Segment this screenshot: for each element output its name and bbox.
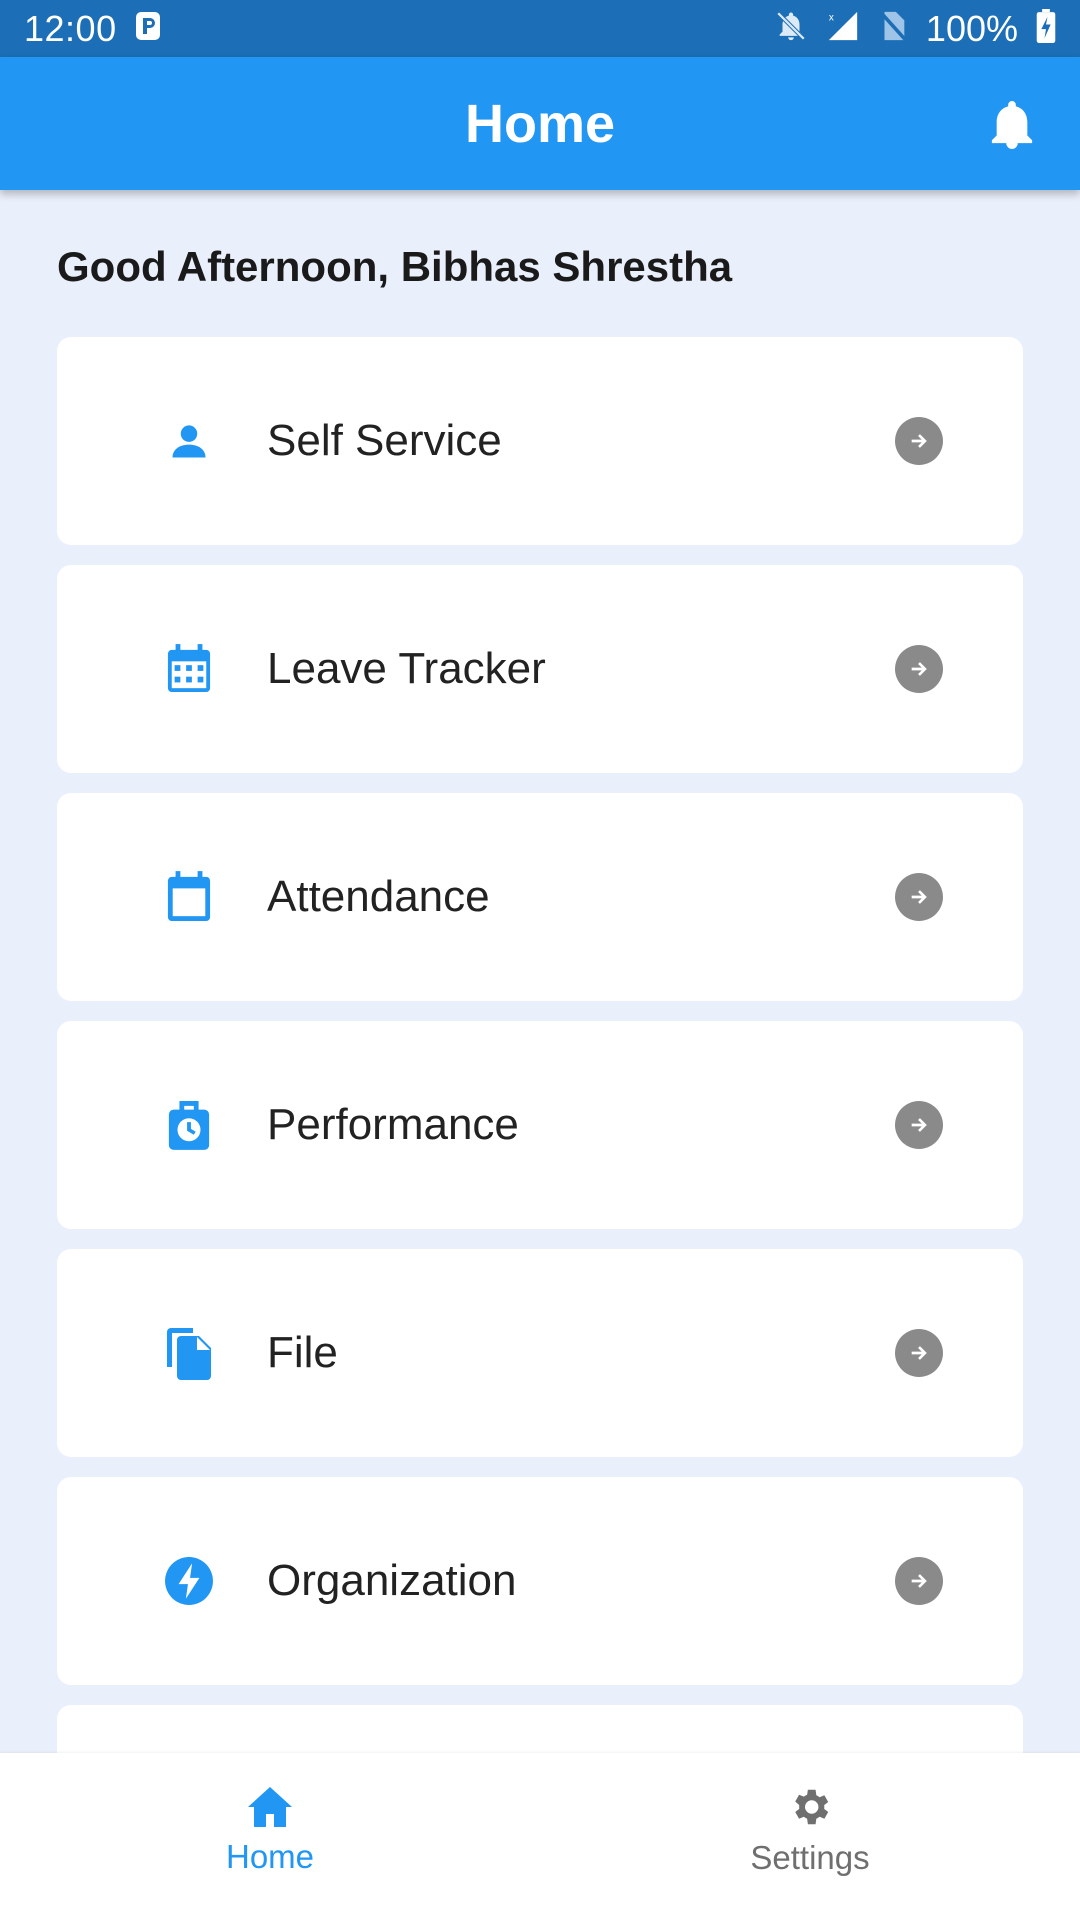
home-icon	[246, 1785, 294, 1834]
p-letter-icon	[135, 11, 161, 46]
menu-card-label: Leave Tracker	[267, 644, 546, 693]
home-screen: 12:00 x 100% Home Good Afternoon, Bibhas…	[0, 0, 1080, 1920]
menu-card-label: Attendance	[267, 872, 490, 921]
nav-tab-settings[interactable]: Settings	[540, 1753, 1080, 1920]
nav-tab-home[interactable]: Home	[0, 1753, 540, 1920]
svg-text:x: x	[829, 12, 834, 23]
battery-percent: 100%	[925, 7, 1018, 49]
arrow-right-circle-icon[interactable]	[895, 873, 943, 921]
menu-card-partial[interactable]	[57, 1705, 1023, 1753]
bottom-navigation: Home Settings	[0, 1753, 1080, 1920]
menu-card-label: Organization	[267, 1556, 517, 1605]
arrow-right-circle-icon[interactable]	[895, 645, 943, 693]
main-content: Good Afternoon, Bibhas Shrestha Self Ser…	[0, 190, 1080, 1753]
greeting-text: Good Afternoon, Bibhas Shrestha	[57, 243, 733, 290]
no-sim-icon	[878, 9, 908, 48]
nav-label-settings: Settings	[750, 1839, 870, 1876]
menu-card-attendance[interactable]: Attendance	[57, 793, 1023, 1001]
gear-icon	[787, 1784, 833, 1835]
status-time: 12:00	[24, 7, 117, 49]
menu-card-leave-tracker[interactable]: Leave Tracker	[57, 565, 1023, 773]
menu-card-self-service[interactable]: Self Service	[57, 337, 1023, 545]
status-left: 12:00	[24, 8, 161, 50]
menu-card-label: Performance	[267, 1100, 519, 1149]
arrow-right-circle-icon[interactable]	[895, 1329, 943, 1377]
calendar-icon	[161, 869, 217, 925]
bolt-icon	[161, 1553, 217, 1609]
menu-card-performance[interactable]: Performance	[57, 1021, 1023, 1229]
clock-bag-icon	[161, 1097, 217, 1153]
files-icon	[161, 1325, 217, 1381]
app-bar: Home	[0, 57, 1080, 190]
menu-card-file[interactable]: File	[57, 1249, 1023, 1457]
bell-off-icon	[774, 9, 808, 48]
nav-label-home: Home	[225, 1838, 315, 1875]
arrow-right-circle-icon[interactable]	[895, 1557, 943, 1605]
arrow-right-circle-icon[interactable]	[895, 417, 943, 465]
page-title: Home	[464, 93, 616, 154]
arrow-right-circle-icon[interactable]	[895, 1101, 943, 1149]
status-right: x 100%	[774, 8, 1056, 50]
status-bar: 12:00 x 100%	[0, 0, 1080, 57]
bell-icon[interactable]	[982, 94, 1042, 154]
signal-icon: x	[826, 9, 860, 48]
person-icon	[161, 413, 217, 469]
menu-card-organization[interactable]: Organization	[57, 1477, 1023, 1685]
battery-charging-icon	[1036, 9, 1056, 48]
menu-card-label: File	[267, 1328, 338, 1377]
calendar-grid-icon	[161, 641, 217, 697]
menu-card-label: Self Service	[267, 416, 502, 465]
